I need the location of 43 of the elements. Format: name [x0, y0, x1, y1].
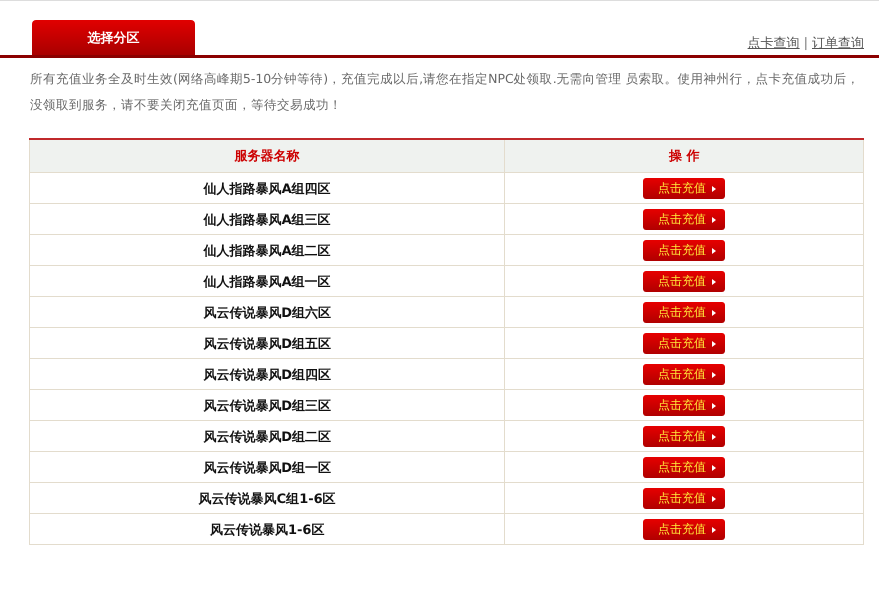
recharge-button[interactable]: 点击充值	[643, 488, 726, 509]
server-name: 风云传说暴风D组三区	[203, 399, 332, 414]
server-name: 风云传说暴风D组五区	[203, 337, 332, 352]
server-name: 风云传说暴风D组四区	[203, 368, 332, 383]
recharge-button[interactable]: 点击充值	[643, 333, 726, 354]
caret-icon	[712, 526, 716, 532]
server-name: 风云传说暴风D组二区	[203, 430, 332, 445]
caret-icon	[712, 496, 716, 502]
caret-icon	[712, 372, 716, 378]
server-name: 风云传说暴风C组1-6区	[198, 492, 336, 507]
link[interactable]: 订单查询	[812, 34, 864, 52]
caret-icon	[712, 278, 716, 284]
caret-icon	[712, 402, 716, 408]
recharge-button[interactable]: 点击充值	[643, 271, 726, 292]
recharge-button[interactable]: 点击充值	[643, 395, 726, 416]
caret-icon	[712, 340, 716, 346]
recharge-button[interactable]: 点击充值	[643, 519, 726, 540]
server-name: 风云传说暴风1-6区	[210, 523, 324, 538]
caret-icon	[712, 248, 716, 254]
column-header: 操 作	[504, 139, 864, 172]
column-header: 服务器名称	[30, 139, 505, 172]
notice-text: 所有充值业务全及时生效(网络高峰期5-10分钟等待)，充值完成以后,请您在指定NPC处领取.无需向管理 员索取。使用神州行，点卡充值成功后，没领取到服务，请不要关闭充值页面，等待交易成功！	[30, 70, 861, 114]
caret-icon	[712, 186, 716, 192]
recharge-button[interactable]: 点击充值	[643, 364, 726, 385]
caret-icon	[712, 310, 716, 316]
server-name: 仙人指路暴风A组三区	[204, 213, 331, 228]
server-name: 仙人指路暴风A组二区	[204, 244, 331, 259]
server-name: 仙人指路暴风A组一区	[204, 275, 331, 290]
link[interactable]: 点卡查询	[748, 34, 800, 52]
link-separator: |	[804, 36, 808, 50]
server-name: 风云传说暴风D组六区	[203, 306, 332, 321]
recharge-button[interactable]: 点击充值	[643, 457, 726, 478]
recharge-button[interactable]: 点击充值	[643, 209, 726, 230]
recharge-button[interactable]: 点击充值	[643, 240, 726, 261]
recharge-button[interactable]: 点击充值	[643, 302, 726, 323]
caret-icon	[712, 434, 716, 440]
server-name: 仙人指路暴风A组四区	[204, 182, 331, 197]
server-name: 风云传说暴风D组一区	[203, 461, 332, 476]
caret-icon	[712, 464, 716, 470]
caret-icon	[712, 216, 716, 222]
recharge-button[interactable]: 点击充值	[643, 178, 726, 199]
recharge-button[interactable]: 点击充值	[643, 426, 726, 447]
tab[interactable]: 选择分区	[32, 20, 195, 55]
